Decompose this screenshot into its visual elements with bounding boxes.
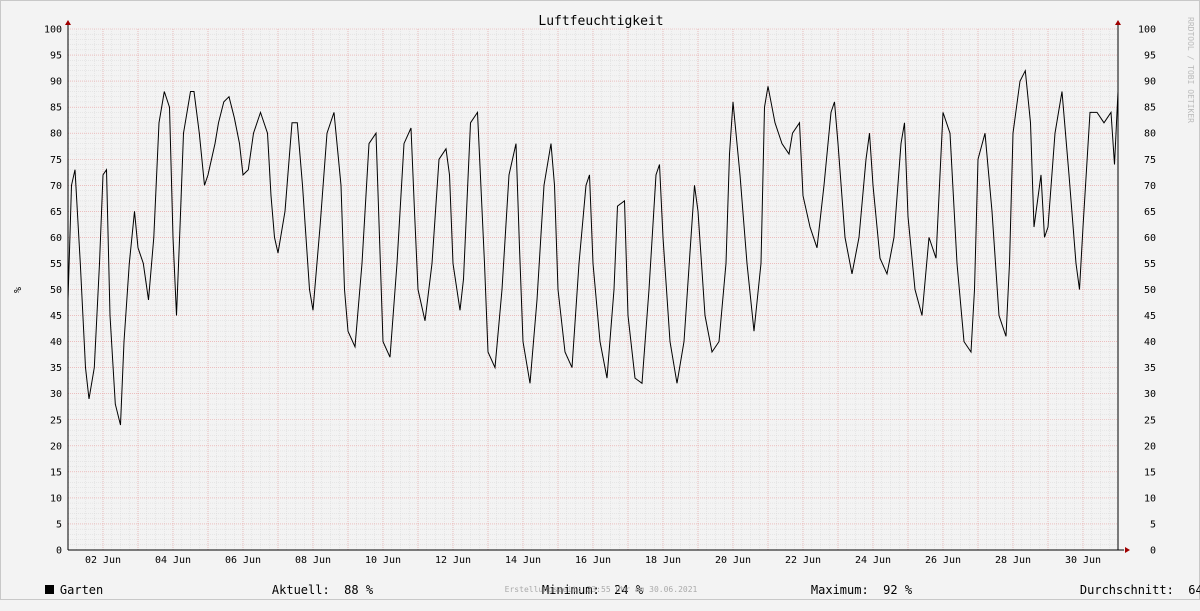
y-tick-label: 15 — [50, 467, 62, 478]
side-credit: RRDTOOL / TOBI OETIKER — [1186, 17, 1195, 123]
axes — [65, 20, 1130, 553]
y-tick-label-right: 80 — [1144, 129, 1156, 140]
x-tick-label: 30 Jun — [1065, 555, 1101, 566]
y-tick-label: 45 — [50, 311, 62, 322]
y-tick-label: 85 — [50, 103, 62, 114]
x-tick-label: 18 Jun — [645, 555, 681, 566]
x-tick-label: 22 Jun — [785, 555, 821, 566]
y-tick-label: 55 — [50, 259, 62, 270]
y-tick-label: 40 — [50, 337, 62, 348]
y-tick-label: 90 — [50, 77, 62, 88]
y-tick-label-right: 35 — [1144, 363, 1156, 374]
y-tick-label-right: 100 — [1138, 25, 1156, 36]
chart-frame: 0 5 10 15 20 25 30 35 40 45 50 55 60 65 70 75 80 85 90 95 10… — [0, 0, 1200, 600]
y-tick-label: 100 — [44, 25, 62, 36]
y-tick-label-right: 90 — [1144, 77, 1156, 88]
x-tick-label: 12 Jun — [435, 555, 471, 566]
y-tick-label-right: 25 — [1144, 415, 1156, 426]
y-tick-label: 25 — [50, 415, 62, 426]
y-tick-label: 10 — [50, 493, 62, 504]
x-tick-label: 24 Jun — [855, 555, 891, 566]
y-tick-label-right: 15 — [1144, 467, 1156, 478]
y-tick-label: 0 — [56, 546, 62, 557]
x-tick-labels: 02 Jun 04 Jun 06 Jun 08 Jun 10 Jun 12 Jun 14 J… — [85, 555, 1101, 566]
y-tick-label-right: 30 — [1144, 389, 1156, 400]
creation-time: Erstellungszeit: 23:55 Uhr am 30.06.2021 — [504, 585, 698, 594]
y-tick-label: 50 — [50, 285, 62, 296]
x-tick-label: 06 Jun — [225, 555, 261, 566]
x-tick-label: 16 Jun — [575, 555, 611, 566]
y-tick-label-right: 70 — [1144, 181, 1156, 192]
y-axis-arrow-right — [1115, 20, 1121, 25]
y-tick-label-right: 50 — [1144, 285, 1156, 296]
chart-canvas: 0510152025303540455055606570758085909510… — [11, 14, 1195, 566]
y-tick-label-right: 45 — [1144, 311, 1156, 322]
x-tick-label: 10 Jun — [365, 555, 401, 566]
y-tick-label: 30 — [50, 389, 62, 400]
y-tick-label: 5 — [56, 519, 62, 530]
y-tick-label-right: 0 — [1150, 546, 1156, 557]
y-tick-label: 65 — [50, 207, 62, 218]
y-tick-label: 75 — [50, 155, 62, 166]
x-tick-label: 08 Jun — [295, 555, 331, 566]
x-tick-label: 20 Jun — [715, 555, 751, 566]
y-tick-label-right: 5 — [1150, 519, 1156, 530]
y-tick-label: 60 — [50, 233, 62, 244]
x-tick-label: 28 Jun — [995, 555, 1031, 566]
y-tick-label-right: 60 — [1144, 233, 1156, 244]
y-tick-label-right: 75 — [1144, 155, 1156, 166]
y-tick-labels-right: 0 5 10 15 20 25 30 35 40 45 50 55 60 65 70 75 80 85 90 95 10… — [1138, 25, 1156, 557]
x-tick-label: 14 Jun — [505, 555, 541, 566]
y-axis-label: % — [11, 287, 22, 293]
y-tick-label-right: 10 — [1144, 493, 1156, 504]
y-tick-label-right: 55 — [1144, 259, 1156, 270]
y-tick-label: 80 — [50, 129, 62, 140]
x-tick-label: 02 Jun — [85, 555, 121, 566]
x-tick-label: 26 Jun — [925, 555, 961, 566]
y-tick-label-right: 20 — [1144, 441, 1156, 452]
y-tick-label-right: 85 — [1144, 103, 1156, 114]
chart-title: Luftfeuchtigkeit — [538, 14, 663, 29]
y-tick-label: 95 — [50, 51, 62, 62]
y-tick-label: 35 — [50, 363, 62, 374]
y-tick-label-right: 65 — [1144, 207, 1156, 218]
y-tick-label: 70 — [50, 181, 62, 192]
x-axis-arrow — [1125, 547, 1130, 553]
y-tick-label: 20 — [50, 441, 62, 452]
x-tick-label: 04 Jun — [155, 555, 191, 566]
y-axis-arrow-left — [65, 20, 71, 25]
y-tick-label-right: 40 — [1144, 337, 1156, 348]
y-tick-labels-left: 0 5 10 15 20 25 30 35 40 45 50 55 60 65 70 75 80 85 90 95 10… — [44, 25, 62, 557]
y-tick-label-right: 95 — [1144, 51, 1156, 62]
